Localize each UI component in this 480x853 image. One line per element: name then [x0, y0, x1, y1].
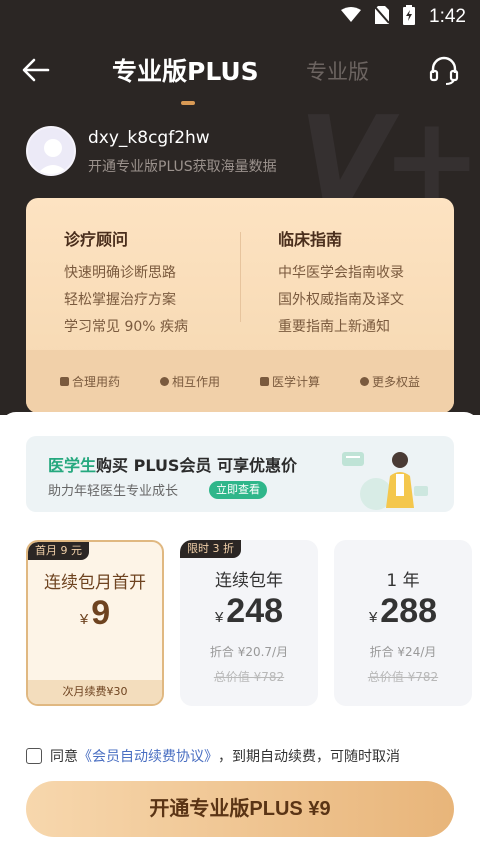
plan-name: 连续包月首开	[44, 573, 146, 593]
tab-indicator	[181, 101, 195, 105]
plan-original-value: 总价值 ¥782	[367, 670, 439, 684]
user-subtitle: 开通专业版PLUS获取海量数据	[88, 159, 277, 175]
benefit-column-diagnosis: 诊疗顾问 快速明确诊断思路 轻松掌握治疗方案 学习常见 90% 疾病	[64, 226, 188, 343]
price-value: 288	[380, 592, 438, 630]
currency-symbol: ¥	[79, 611, 89, 628]
plan-badge: 限时 3 折	[180, 540, 241, 558]
benefit-item-medication[interactable]: 合理用药	[59, 373, 120, 390]
plan-card-yearly-auto[interactable]: 限时 3 折 连续包年 ¥248 折合 ¥20.7/月 总价值 ¥782	[180, 540, 318, 706]
benefit-item-interaction[interactable]: 相互作用	[159, 373, 220, 390]
benefit-item-label: 医学计算	[271, 375, 320, 389]
promo-subtitle: 助力年轻医生专业成长	[48, 484, 179, 499]
agreement-link[interactable]: 《会员自动续费协议》	[78, 746, 218, 766]
benefits-footer: 合理用药 相互作用 医学计算 更多权益	[26, 350, 454, 413]
more-icon	[359, 377, 369, 386]
plan-renewal-note: 次月续费¥30	[28, 680, 162, 704]
benefit-line: 轻松掌握治疗方案	[64, 292, 176, 308]
status-bar: 1:42	[0, 0, 480, 34]
tab-pro[interactable]: 专业版	[306, 56, 369, 86]
clock: 1:42	[429, 6, 466, 27]
benefit-column-guidelines: 临床指南 中华医学会指南收录 国外权威指南及译文 重要指南上新通知	[278, 226, 404, 343]
plan-name: 连续包年	[215, 571, 283, 591]
flask-icon	[159, 377, 169, 386]
no-sim-icon	[374, 5, 390, 29]
customer-service-button[interactable]	[428, 54, 460, 86]
calculator-icon	[259, 377, 269, 386]
agreement-prefix: 同意	[50, 749, 78, 765]
user-info: dxy_k8cgf2hw 开通专业版PLUS获取海量数据	[26, 126, 456, 182]
plan-name: 1 年	[386, 571, 420, 591]
currency-symbol: ¥	[368, 609, 378, 626]
wifi-icon	[341, 6, 362, 28]
benefit-line: 国外权威指南及译文	[278, 292, 404, 308]
promo-title-rest: 购买 PLUS会员 可享优惠价	[96, 456, 298, 475]
agreement-checkbox[interactable]	[26, 748, 42, 764]
benefit-item-label: 更多权益	[371, 375, 420, 389]
plan-price: ¥9	[28, 594, 162, 633]
username: dxy_k8cgf2hw	[88, 128, 210, 148]
benefits-card: 诊疗顾问 快速明确诊断思路 轻松掌握治疗方案 学习常见 90% 疾病 临床指南 …	[26, 198, 454, 413]
tab-plus[interactable]: 专业版PLUS	[112, 52, 259, 88]
currency-symbol: ¥	[214, 609, 224, 626]
benefit-title: 诊疗顾问	[64, 230, 129, 249]
avatar[interactable]	[26, 126, 76, 176]
plan-monthly-equivalent: 折合 ¥24/月	[369, 645, 437, 659]
price-value: 9	[91, 594, 111, 632]
plan-card-monthly[interactable]: 首月 9 元 连续包月首开 ¥9 次月续费¥30	[26, 540, 164, 706]
plan-card-one-year[interactable]: 1 年 ¥288 折合 ¥24/月 总价值 ¥782	[334, 540, 472, 706]
agreement-suffix: ，到期自动续费，可随时取消	[218, 749, 400, 765]
benefit-title: 临床指南	[278, 230, 343, 249]
student-promo-banner[interactable]: 医学生购买 PLUS会员 可享优惠价 助力年轻医生专业成长 立即查看	[26, 436, 454, 512]
plan-monthly-equivalent: 折合 ¥20.7/月	[209, 645, 289, 659]
promo-view-button[interactable]: 立即查看	[209, 481, 267, 499]
divider	[240, 232, 241, 322]
back-button[interactable]	[20, 54, 52, 86]
plan-price: ¥288	[334, 592, 472, 631]
benefit-line: 快速明确诊断思路	[64, 265, 176, 281]
benefit-item-calculator[interactable]: 医学计算	[259, 373, 320, 390]
subscribe-button[interactable]: 开通专业版PLUS ¥9	[26, 781, 454, 837]
doctor-illustration	[342, 452, 428, 510]
price-value: 248	[226, 592, 284, 630]
promo-title: 医学生购买 PLUS会员 可享优惠价	[48, 452, 297, 476]
benefit-line: 学习常见 90% 疾病	[64, 319, 189, 335]
plan-badge: 首月 9 元	[28, 542, 89, 560]
plan-original-value: 总价值 ¥782	[213, 670, 285, 684]
user-placeholder-icon	[37, 139, 69, 174]
benefit-item-label: 相互作用	[171, 375, 220, 389]
battery-icon	[403, 4, 416, 30]
benefit-item-label: 合理用药	[71, 375, 120, 389]
benefit-line: 中华医学会指南收录	[278, 265, 404, 281]
plan-price: ¥248	[180, 592, 318, 631]
benefit-item-more[interactable]: 更多权益	[359, 373, 420, 390]
benefit-line: 重要指南上新通知	[278, 319, 390, 335]
top-nav: 专业版PLUS 专业版	[0, 48, 480, 92]
promo-highlight: 医学生	[48, 456, 97, 475]
pill-icon	[59, 377, 69, 386]
headset-icon	[429, 56, 459, 85]
agreement-row: 同意 《会员自动续费协议》 ，到期自动续费，可随时取消	[26, 745, 466, 767]
arrow-left-icon	[22, 58, 50, 82]
